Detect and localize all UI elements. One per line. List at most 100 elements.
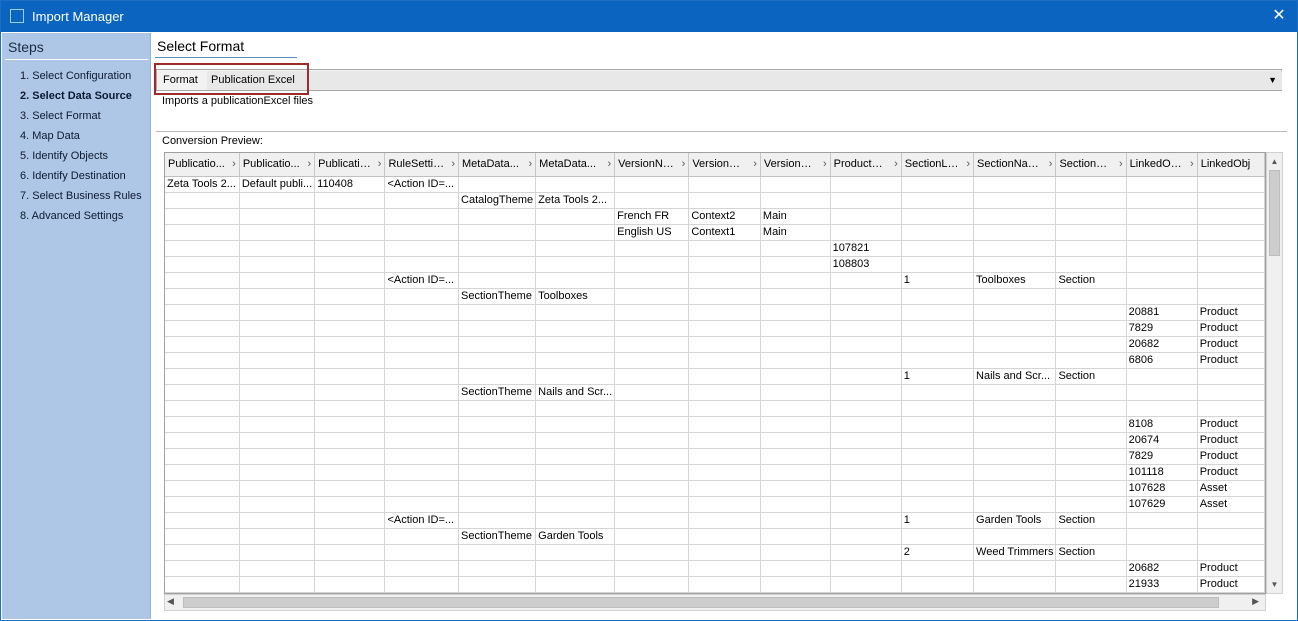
table-cell[interactable]	[1055, 176, 1127, 193]
step-item[interactable]: 2. Select Data Source	[20, 89, 142, 109]
table-cell[interactable]: Zeta Tools 2...	[535, 192, 616, 209]
table-cell[interactable]	[973, 432, 1057, 449]
table-cell[interactable]	[314, 208, 386, 225]
table-cell[interactable]: Toolboxes	[973, 272, 1057, 289]
table-cell[interactable]	[614, 576, 690, 593]
table-cell[interactable]	[688, 240, 761, 257]
table-cell[interactable]	[901, 304, 975, 321]
column-menu-chevron-icon[interactable]: ›	[894, 158, 898, 170]
table-cell[interactable]: Product	[1197, 448, 1265, 465]
table-cell[interactable]	[688, 464, 761, 481]
table-cell[interactable]	[535, 416, 616, 433]
table-row[interactable]: SectionTheme Nails and Scr...	[165, 384, 1265, 401]
table-cell[interactable]	[239, 528, 316, 545]
table-cell[interactable]	[239, 576, 316, 593]
table-cell[interactable]	[901, 464, 975, 481]
table-cell[interactable]	[830, 304, 902, 321]
table-cell[interactable]	[1055, 192, 1127, 209]
table-cell[interactable]	[830, 432, 902, 449]
table-cell[interactable]	[314, 368, 386, 385]
table-cell[interactable]	[901, 416, 975, 433]
table-cell[interactable]	[384, 240, 460, 257]
table-cell[interactable]	[535, 480, 616, 497]
table-cell[interactable]	[614, 288, 690, 305]
table-cell[interactable]	[165, 336, 240, 353]
table-cell[interactable]	[688, 544, 761, 561]
format-dropdown[interactable]: Publication Excel ▼	[207, 71, 1282, 90]
table-cell[interactable]	[384, 336, 460, 353]
table-cell[interactable]	[239, 288, 316, 305]
table-row[interactable]: 101118 Product	[165, 464, 1265, 481]
table-cell[interactable]	[973, 320, 1057, 337]
table-cell[interactable]	[614, 320, 690, 337]
table-cell[interactable]	[165, 560, 240, 577]
table-cell[interactable]	[314, 576, 386, 593]
table-cell[interactable]: Product	[1197, 576, 1265, 593]
table-cell[interactable]	[1055, 448, 1127, 465]
table-cell[interactable]	[384, 400, 460, 417]
table-cell[interactable]	[1126, 368, 1198, 385]
column-header[interactable]: LinkedObj... ›	[1126, 153, 1198, 177]
table-cell[interactable]	[614, 192, 690, 209]
table-cell[interactable]	[1055, 576, 1127, 593]
table-cell[interactable]	[688, 496, 761, 513]
table-cell[interactable]	[973, 464, 1057, 481]
table-cell[interactable]: Product	[1197, 320, 1265, 337]
column-header[interactable]: SectionLevel ›	[901, 153, 975, 177]
step-item[interactable]: 5. Identify Objects	[20, 149, 142, 169]
table-cell[interactable]	[384, 416, 460, 433]
table-cell[interactable]	[314, 224, 386, 241]
table-cell[interactable]	[1055, 560, 1127, 577]
table-row[interactable]: CatalogTheme Zeta Tools 2...	[165, 192, 1265, 209]
table-cell[interactable]	[688, 288, 761, 305]
table-cell[interactable]: <Action ID=...	[384, 272, 460, 289]
column-menu-chevron-icon[interactable]: ›	[1190, 158, 1194, 170]
table-cell[interactable]	[1055, 464, 1127, 481]
table-cell[interactable]	[830, 400, 902, 417]
column-header[interactable]: MetaData... ›	[458, 153, 537, 177]
table-cell[interactable]	[535, 336, 616, 353]
column-menu-chevron-icon[interactable]: ›	[232, 158, 236, 170]
table-cell[interactable]: 7829	[1126, 320, 1198, 337]
horizontal-scrollbar[interactable]: ◀ ▶	[164, 594, 1266, 611]
table-cell[interactable]	[1055, 384, 1127, 401]
table-cell[interactable]	[901, 256, 975, 273]
table-cell[interactable]	[458, 352, 537, 369]
table-cell[interactable]: Main	[760, 208, 831, 225]
table-cell[interactable]	[535, 256, 616, 273]
table-cell[interactable]	[458, 336, 537, 353]
table-cell[interactable]	[760, 384, 831, 401]
table-cell[interactable]	[384, 192, 460, 209]
table-cell[interactable]	[535, 368, 616, 385]
table-cell[interactable]: <Action ID=...	[384, 176, 460, 193]
column-header[interactable]: VersionName ›	[614, 153, 690, 177]
table-row[interactable]: <Action ID=... 1 Garden Tools Section	[165, 512, 1265, 529]
table-cell[interactable]	[614, 240, 690, 257]
table-cell[interactable]	[830, 368, 902, 385]
table-cell[interactable]	[973, 336, 1057, 353]
table-cell[interactable]: Context2	[688, 208, 761, 225]
table-cell[interactable]	[314, 192, 386, 209]
table-cell[interactable]	[535, 352, 616, 369]
table-cell[interactable]	[760, 288, 831, 305]
table-row[interactable]: SectionTheme Toolboxes	[165, 288, 1265, 305]
table-cell[interactable]	[1055, 336, 1127, 353]
table-cell[interactable]	[239, 352, 316, 369]
table-cell[interactable]	[1055, 288, 1127, 305]
step-item[interactable]: 6. Identify Destination	[20, 169, 142, 189]
table-cell[interactable]	[688, 416, 761, 433]
table-cell[interactable]	[239, 224, 316, 241]
table-cell[interactable]	[830, 560, 902, 577]
table-cell[interactable]: Default publi...	[239, 176, 316, 193]
table-cell[interactable]	[1126, 176, 1198, 193]
table-cell[interactable]	[830, 352, 902, 369]
table-cell[interactable]	[760, 496, 831, 513]
table-row[interactable]: Zeta Tools 2... Default publi... 110408 <Ac…	[165, 176, 1265, 193]
table-cell[interactable]	[760, 576, 831, 593]
table-row[interactable]: 107628 Asset	[165, 480, 1265, 497]
step-item[interactable]: 7. Select Business Rules	[20, 189, 142, 209]
table-cell[interactable]	[165, 272, 240, 289]
table-cell[interactable]	[535, 560, 616, 577]
table-cell[interactable]	[830, 480, 902, 497]
table-row[interactable]: English US Context1 Main	[165, 224, 1265, 241]
